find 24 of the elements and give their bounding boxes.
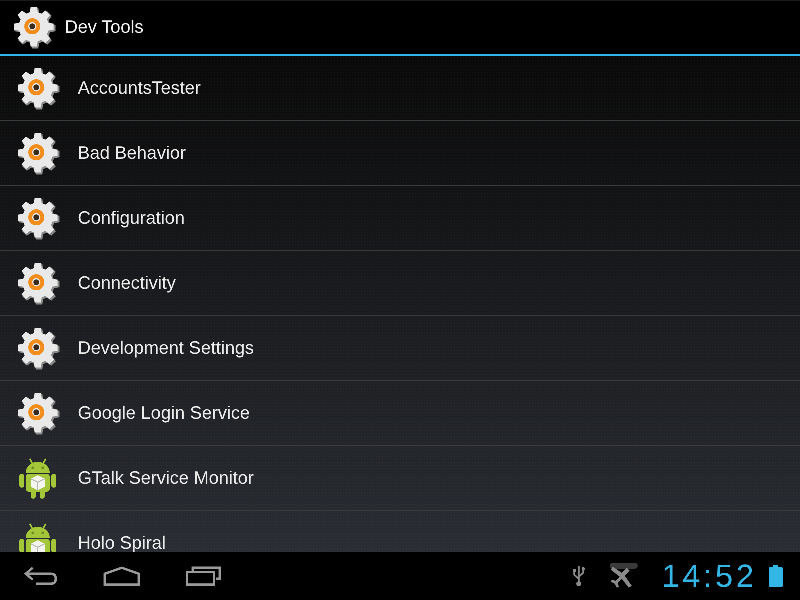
gear-icon [17,66,60,110]
back-icon[interactable] [24,566,58,586]
recents-icon[interactable] [186,566,222,586]
app-list-item[interactable]: GTalk Service Monitor [0,446,800,511]
gear-icon [17,326,60,370]
gear-icon [17,392,60,434]
app-list-item[interactable]: Google Login Service [0,381,800,446]
battery-icon [769,565,783,587]
app-list-item[interactable]: Connectivity [0,251,800,316]
android-robot-icon [18,456,58,500]
home-icon[interactable] [103,566,141,586]
app-list-item[interactable]: Holo Spiral [0,511,800,552]
gear-icon [17,262,60,304]
airplane-icon [610,563,638,589]
gear-icon [17,132,60,174]
app-list-item[interactable]: Configuration [0,186,800,251]
app-list-item[interactable]: Bad Behavior [0,121,800,186]
gear-icon [17,196,60,240]
app-list-item[interactable]: Development Settings [0,316,800,381]
app-list-item[interactable]: AccountsTester [0,56,800,121]
usb-icon [572,565,585,587]
clock-time: 14:52 [662,558,757,594]
app-title: Dev Tools [65,17,144,38]
gear-icon [13,6,56,49]
